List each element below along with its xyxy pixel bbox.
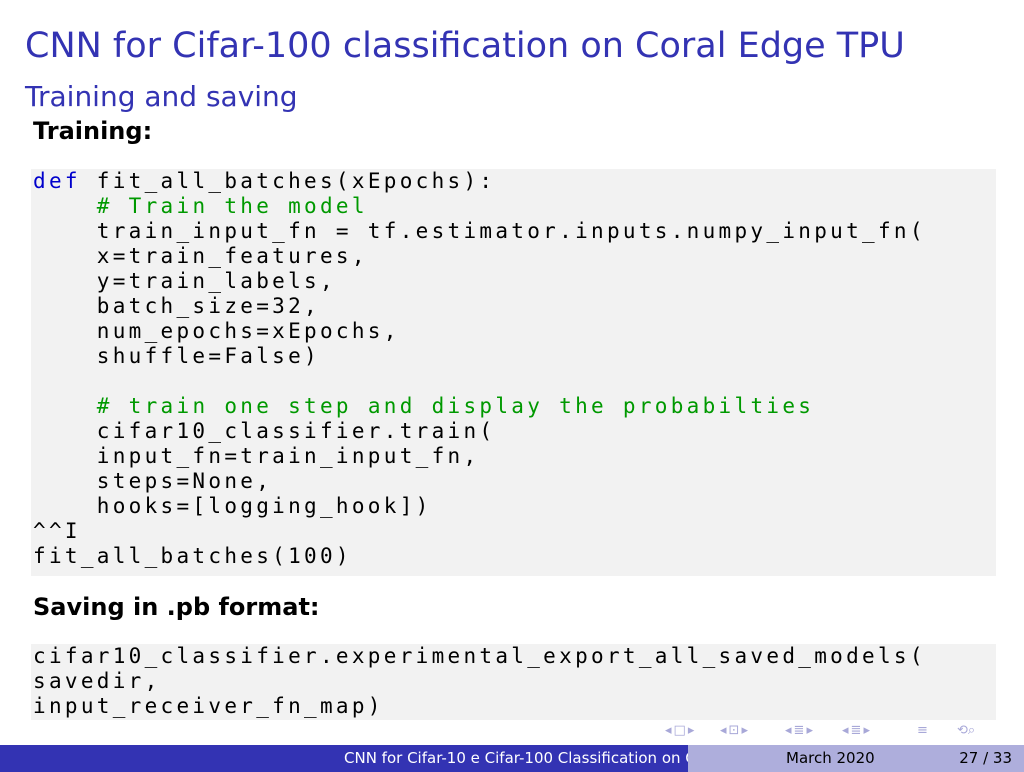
footer-author-area <box>0 745 338 772</box>
code-token: input_fn=train_input_fn, <box>33 444 480 468</box>
slide-title: CNN for Cifar-100 classification on Cora… <box>25 26 905 66</box>
align-icon[interactable]: ≡ <box>917 722 928 740</box>
code-token: batch_size=32, <box>33 294 320 318</box>
code-line: shuffle=False) <box>33 344 320 369</box>
training-code-block: def fit_all_batches(xEpochs): # Train th… <box>31 169 996 576</box>
code-token: hooks=[logging_hook]) <box>33 494 432 518</box>
code-token: num_epochs=xEpochs, <box>33 319 400 343</box>
footer-date: March 2020 <box>786 749 875 767</box>
subsection-icon[interactable]: ⊡ <box>729 722 740 740</box>
footer-short-title: CNN for Cifar-10 e Cifar-100 Classificat… <box>338 745 688 772</box>
code-token: ^^I <box>33 519 81 543</box>
section-prev-icon[interactable]: ◂ <box>785 722 792 740</box>
frame-prev-icon[interactable]: ◂ <box>665 722 672 740</box>
code-line: y=train_labels, <box>33 269 336 294</box>
code-token: shuffle=False) <box>33 344 320 368</box>
code-token: savedir, <box>33 669 161 693</box>
code-line: ^^I <box>33 519 81 544</box>
code-line: cifar10_classifier.train( <box>33 419 495 444</box>
code-token: fit_all_batches(xEpochs): <box>80 169 496 193</box>
code-token: y=train_labels, <box>33 269 336 293</box>
code-token: fit_all_batches(100) <box>33 544 352 568</box>
code-line: num_epochs=xEpochs, <box>33 319 400 344</box>
code-line: train_input_fn = tf.estimator.inputs.num… <box>33 219 926 244</box>
code-line: savedir, <box>33 669 161 694</box>
saving-code-block: cifar10_classifier.experimental_export_a… <box>31 644 996 720</box>
code-line: # train one step and display the probabi… <box>33 394 814 419</box>
code-line: input_receiver_fn_map) <box>33 694 384 719</box>
code-line: input_fn=train_input_fn, <box>33 444 479 469</box>
slide-navigation: ◂ ≣ ▸ <box>842 722 870 740</box>
code-comment: # Train the model <box>96 194 368 218</box>
slide-next-icon[interactable]: ▸ <box>863 722 870 740</box>
code-line: hooks=[logging_hook]) <box>33 494 432 519</box>
search-control: ⟲⌕ <box>957 722 975 740</box>
code-token: steps=None, <box>33 469 273 493</box>
align-control: ≡ <box>917 722 928 740</box>
subsection-next-icon[interactable]: ▸ <box>741 722 748 740</box>
code-comment: # train one step and display the probabi… <box>96 394 815 418</box>
code-keyword: def <box>33 169 81 193</box>
footer-date-area: March 2020 27 / 33 <box>688 745 1024 772</box>
search-icon[interactable]: ⟲⌕ <box>957 722 975 740</box>
slide-subtitle: Training and saving <box>25 80 298 113</box>
saving-heading: Saving in .pb format: <box>33 593 320 621</box>
frame-icon[interactable]: □ <box>674 722 686 740</box>
section-icon[interactable]: ≣ <box>794 722 805 740</box>
code-token: cifar10_classifier.experimental_export_a… <box>33 644 926 668</box>
code-line: x=train_features, <box>33 244 368 269</box>
frame-next-icon[interactable]: ▸ <box>688 722 695 740</box>
code-token: input_receiver_fn_map) <box>33 694 384 718</box>
subsection-navigation: ◂ ⊡ ▸ <box>720 722 748 740</box>
code-token: x=train_features, <box>33 244 368 268</box>
code-line: fit_all_batches(100) <box>33 544 352 569</box>
training-heading: Training: <box>33 117 153 145</box>
code-line: # Train the model <box>33 194 368 219</box>
footer-page-number: 27 / 33 <box>959 749 1012 767</box>
code-line: def fit_all_batches(xEpochs): <box>33 169 495 194</box>
section-next-icon[interactable]: ▸ <box>806 722 813 740</box>
code-line: steps=None, <box>33 469 272 494</box>
code-token: train_input_fn = tf.estimator.inputs.num… <box>33 219 926 243</box>
slide-prev-icon[interactable]: ◂ <box>842 722 849 740</box>
subsection-prev-icon[interactable]: ◂ <box>720 722 727 740</box>
frame-navigation: ◂ □ ▸ <box>665 722 694 740</box>
footer-bar: CNN for Cifar-10 e Cifar-100 Classificat… <box>0 745 1024 772</box>
code-line: batch_size=32, <box>33 294 320 319</box>
code-token: cifar10_classifier.train( <box>33 419 496 443</box>
code-line: cifar10_classifier.experimental_export_a… <box>33 644 926 669</box>
section-navigation: ◂ ≣ ▸ <box>785 722 813 740</box>
slide-icon[interactable]: ≣ <box>851 722 862 740</box>
